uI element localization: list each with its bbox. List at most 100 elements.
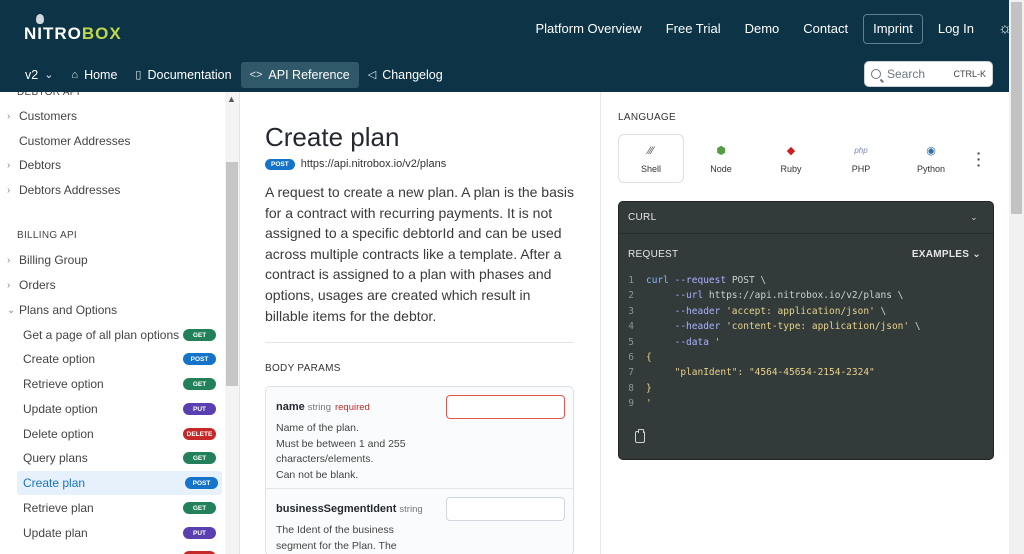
nav-contact[interactable]: Contact [791,15,860,43]
sidebar-item-retrieve-plan[interactable]: Retrieve plan GET [0,496,225,520]
nav-demo[interactable]: Demo [733,15,792,43]
endpoint-url: https://api.nitrobox.io/v2/plans [300,158,447,170]
code-line: 1 curl --request POST \ [628,275,767,286]
sidebar-item-debtors[interactable]: › Debtors [0,153,225,177]
name-input[interactable] [446,395,565,419]
sidebar-item-get-plan-options[interactable]: Get a page of all plan options GET [0,323,225,347]
nav-free-trial[interactable]: Free Trial [654,15,733,43]
sidebar-item-query-plans[interactable]: Query plans GET [0,446,225,470]
code-line: 5 --data ' [628,336,721,348]
page-scrollbar-thumb[interactable] [1011,2,1022,214]
code-panel: LANGUAGE ⁄⁄⁄ Shell ⬢ Node ◆ Ruby php PHP ◉ Py… [600,92,1024,554]
method-badge: DELETE [183,428,216,440]
examples-dropdown[interactable]: EXAMPLES ⌄ [912,249,981,260]
node-icon: ⬢ [716,145,726,157]
book-icon: ▯ [135,69,142,81]
sidebar-scrollbar-thumb[interactable] [226,162,238,386]
sidebar-item-partial[interactable] [0,545,225,554]
search-input[interactable]: Search CTRL-K [864,61,993,87]
sidebar-item-debtors-addresses[interactable]: › Debtors Addresses [0,178,225,202]
code-line: 3 --header 'accept: application/json' \ [628,305,887,317]
scroll-up-arrow-icon[interactable]: ▲ [227,94,236,104]
business-segment-ident-input[interactable] [446,497,565,521]
sub-nav: v2 ⌄ ⌂ Home ▯ Documentation <> API Reference… [16,62,452,88]
chevron-right-icon: › [7,159,11,171]
body-params-form: name string required Name of the plan. Mus… [265,386,574,554]
chevron-right-icon: › [7,184,11,196]
sidebar-item-customers[interactable]: › Customers [0,104,225,128]
lang-ruby[interactable]: ◆ Ruby [758,134,824,183]
method-badge: PUT [183,527,216,539]
param-type: string [399,504,423,515]
sidebar-item-billing-group[interactable]: › Billing Group [0,248,225,272]
sidebar-item-orders[interactable]: › Orders [0,273,225,297]
nav-changelog[interactable]: ◁ Changelog [359,62,452,88]
code-line: 9 ' [628,398,652,410]
megaphone-icon: ◁ [367,69,377,81]
sidebar-section-billing-api: BILLING API [17,229,77,241]
sidebar-item-update-option[interactable]: Update option PUT [0,397,225,421]
chevron-down-icon: ⌄ [44,69,54,81]
chevron-down-icon: ⌄ [7,304,16,316]
param-required: required [334,402,370,413]
more-options-icon[interactable]: · · · [975,146,983,172]
chevron-down-icon: ⌄ [970,212,978,222]
param-type: string [307,402,331,413]
sidebar: DEBTOR API › Customers Customer Addresses… [0,92,240,554]
method-badge: GET [183,452,216,464]
ruby-icon: ◆ [786,145,796,157]
search-icon [871,69,881,79]
method-badge: PUT [183,403,216,415]
imprint-button[interactable]: Imprint [863,14,923,44]
copy-icon[interactable] [635,429,645,443]
top-nav: Platform Overview Free Trial Demo Contac… [524,14,1024,44]
code-lines: 1 curl --request POST \ 2 --url https://a… [619,275,993,414]
method-badge: POST [183,353,216,365]
param-name: name string required Name of the plan. Mus… [266,387,573,493]
lang-node[interactable]: ⬢ Node [688,134,754,183]
login-link[interactable]: Log In [926,15,986,43]
method-badge: POST [265,158,295,170]
nav-documentation[interactable]: ▯ Documentation [126,62,240,88]
sidebar-item-create-option[interactable]: Create option POST [0,347,225,371]
language-selector: ⁄⁄⁄ Shell ⬢ Node ◆ Ruby php PHP ◉ Python [618,134,968,183]
sidebar-item-create-plan[interactable]: Create plan POST [17,471,222,495]
param-description: The Ident of the business segment for th… [276,524,397,552]
param-business-segment-ident: businessSegmentIdent string The Ident of … [266,489,573,554]
lang-python[interactable]: ◉ Python [898,134,964,183]
param-description: Name of the plan. Must be between 1 and … [276,422,406,481]
code-line: 4 --header 'content-type: application/js… [628,321,921,333]
method-badge: GET [183,378,216,390]
sidebar-item-customer-addresses[interactable]: Customer Addresses [0,129,225,153]
nav-platform-overview[interactable]: Platform Overview [524,15,654,43]
php-icon: php [854,146,868,155]
lang-php[interactable]: php PHP [828,134,894,183]
sidebar-item-update-plan[interactable]: Update plan PUT [0,521,225,545]
search-placeholder: Search [887,67,926,81]
sidebar-item-plans-and-options[interactable]: ⌄ Plans and Options [0,298,225,322]
code-line: 8} [628,382,652,394]
body-params-title: BODY PARAMS [265,363,341,374]
method-badge: POST [185,477,218,489]
code-line: 7 "planIdent": "4564-45654-2154-2324" [628,367,875,379]
search-shortcut: CTRL-K [953,69,986,79]
sidebar-section-debtor-api: DEBTOR API [17,92,80,98]
code-block: CURL ⌄ REQUEST EXAMPLES ⌄ 1 curl --reques… [618,201,994,460]
nitrobox-logo[interactable]: NITROBOX [24,14,122,44]
method-badge: GET [183,329,216,341]
lang-shell[interactable]: ⁄⁄⁄ Shell [618,134,684,183]
code-icon: <> [249,69,263,81]
version-select[interactable]: v2 ⌄ [16,62,62,88]
python-icon: ◉ [926,145,936,157]
sidebar-item-retrieve-option[interactable]: Retrieve option GET [0,372,225,396]
param-name-label: name [276,401,305,413]
code-header[interactable]: CURL ⌄ [619,202,993,234]
chevron-right-icon: › [7,254,11,266]
code-line: 2 --url https://api.nitrobox.io/v2/plans… [628,290,904,302]
page-description: A request to create a new plan. A plan i… [265,184,574,324]
home-icon: ⌂ [71,69,79,81]
nav-api-reference[interactable]: <> API Reference [240,62,359,88]
nav-home[interactable]: ⌂ Home [62,62,126,88]
code-line: 6{ [628,351,652,363]
sidebar-item-delete-option[interactable]: Delete option DELETE [0,422,225,446]
